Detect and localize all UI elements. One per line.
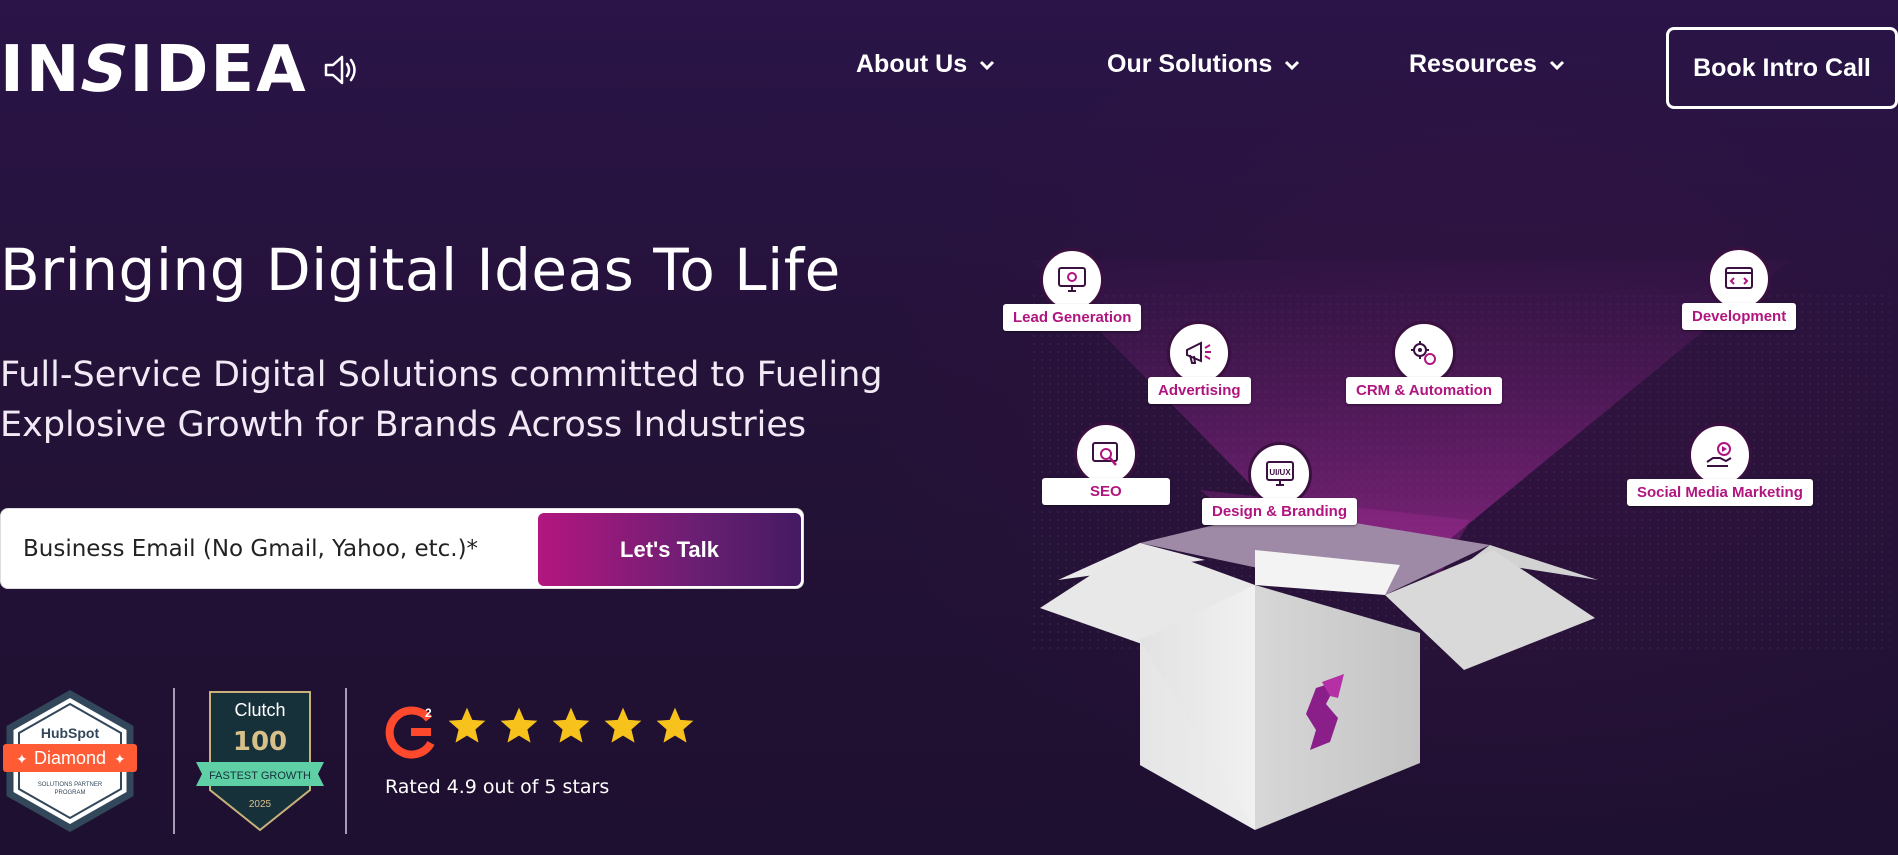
- service-crm-automation[interactable]: CRM & Automation: [1346, 321, 1503, 404]
- nav-our-solutions[interactable]: Our Solutions: [1107, 50, 1300, 79]
- chevron-down-icon: [1285, 60, 1300, 70]
- clutch-100-badge: Clutch 100 FASTEST GROWTH 2025: [196, 691, 324, 832]
- hubspot-program-line-2: PROGRAM: [54, 790, 85, 796]
- monitor-gear-icon: [1040, 248, 1105, 312]
- service-seo[interactable]: SEO: [1042, 422, 1170, 505]
- lets-talk-button[interactable]: Let's Talk: [538, 513, 801, 586]
- nav-about-us[interactable]: About Us: [856, 50, 995, 79]
- service-design-branding[interactable]: UI/UX Design & Branding: [1202, 442, 1358, 525]
- email-signup-form: Let's Talk: [0, 508, 804, 589]
- ui-ux-icon: UI/UX: [1247, 442, 1312, 506]
- hubspot-tier-text: Diamond: [34, 748, 106, 768]
- services-box-illustration: Lead Generation Development Advertising …: [1000, 230, 1898, 855]
- search-chart-icon: [1073, 422, 1138, 486]
- svg-text:2: 2: [425, 706, 432, 720]
- badge-divider: [173, 688, 175, 834]
- book-intro-call-button[interactable]: Book Intro Call: [1666, 27, 1898, 109]
- clutch-ribbon-text: FASTEST GROWTH: [209, 770, 311, 782]
- service-label: CRM & Automation: [1346, 377, 1503, 404]
- hero-headline: Bringing Digital Ideas To Life: [0, 236, 841, 304]
- speaker-icon[interactable]: [322, 53, 362, 87]
- service-label: Lead Generation: [1003, 304, 1142, 331]
- svg-text:UI/UX: UI/UX: [1269, 468, 1291, 477]
- sparkle-icon: ✦: [16, 752, 28, 768]
- service-development[interactable]: Development: [1682, 247, 1797, 330]
- star-icon: [656, 707, 694, 743]
- service-label: Advertising: [1148, 377, 1251, 404]
- nav-about-us-label: About Us: [856, 50, 968, 78]
- service-advertising[interactable]: Advertising: [1148, 321, 1251, 404]
- chevron-down-icon: [1549, 60, 1564, 70]
- g2-rating-text: Rated 4.9 out of 5 stars: [385, 776, 610, 798]
- service-label: Design & Branding: [1202, 498, 1358, 525]
- service-social-media-marketing[interactable]: Social Media Marketing: [1627, 423, 1813, 506]
- clutch-brand-text: Clutch: [234, 700, 285, 720]
- logo-wordmark: INSIDEA: [0, 33, 308, 107]
- service-lead-generation[interactable]: Lead Generation: [1003, 248, 1142, 331]
- business-email-input[interactable]: [23, 509, 523, 588]
- star-rating: [446, 705, 696, 747]
- service-label: SEO: [1042, 478, 1170, 505]
- hubspot-program-line-1: SOLUTIONS PARTNER: [38, 782, 103, 788]
- chevron-down-icon: [980, 60, 995, 70]
- clutch-rank-text: 100: [233, 727, 287, 757]
- megaphone-icon: [1167, 321, 1232, 385]
- hero-subheadline-line-1: Full-Service Digital Solutions committed…: [0, 355, 883, 395]
- star-icon: [500, 707, 538, 743]
- hubspot-diamond-badge: HubSpot Diamond ✦ ✦ SOLUTIONS PARTNER PR…: [3, 690, 137, 832]
- star-icon: [448, 707, 486, 743]
- star-icon: [552, 707, 590, 743]
- code-window-icon: [1707, 247, 1772, 311]
- gears-icon: [1392, 321, 1457, 385]
- nav-resources-label: Resources: [1409, 50, 1537, 78]
- nav-our-solutions-label: Our Solutions: [1107, 50, 1273, 78]
- badge-divider: [345, 688, 347, 834]
- clutch-year-text: 2025: [249, 799, 272, 810]
- insidea-logo[interactable]: INSIDEA: [0, 33, 362, 107]
- star-icon: [604, 707, 642, 743]
- hand-social-icon: [1687, 423, 1752, 487]
- hero-subheadline-line-2: Explosive Growth for Brands Across Indus…: [0, 405, 807, 445]
- service-label: Social Media Marketing: [1627, 479, 1813, 506]
- nav-resources[interactable]: Resources: [1409, 50, 1565, 79]
- hubspot-brand-text: HubSpot: [41, 725, 100, 741]
- service-label: Development: [1682, 303, 1797, 330]
- g2-logo-icon: 2: [385, 706, 435, 759]
- hero-subheadline: Full-Service Digital Solutions committed…: [0, 350, 900, 450]
- sparkle-icon: ✦: [114, 752, 126, 768]
